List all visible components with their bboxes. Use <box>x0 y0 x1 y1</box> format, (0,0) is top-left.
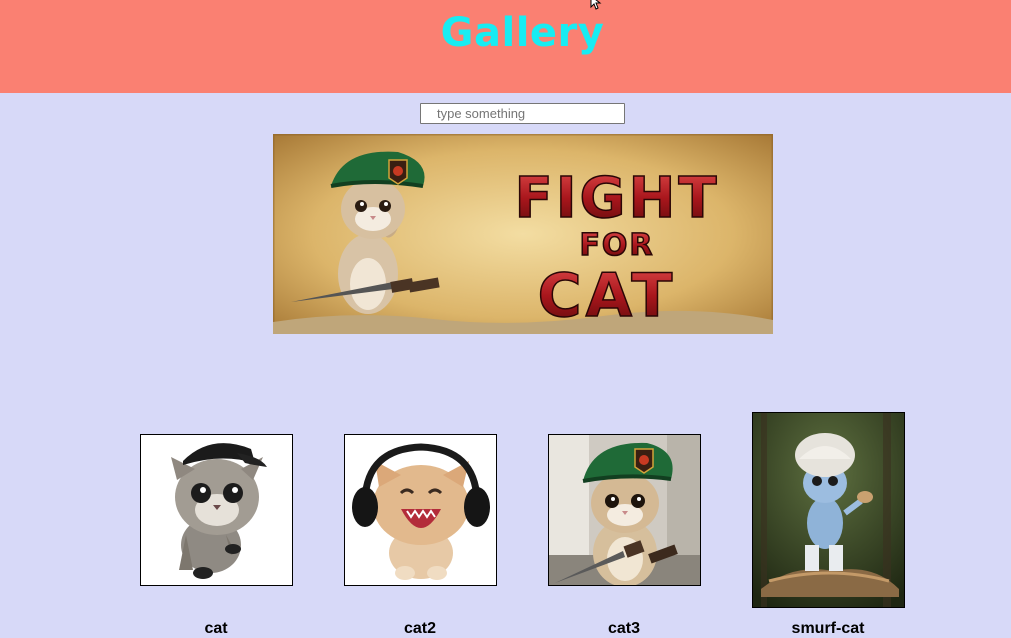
mouse-cursor-icon <box>590 0 602 10</box>
gallery-caption-cat3: cat3 <box>607 620 641 637</box>
gallery-item-cat[interactable] <box>140 434 293 586</box>
page-header: Gallery <box>0 0 1011 93</box>
banner-line-fight: FIGHT <box>514 166 719 231</box>
smurf-cat-on-mushroom-image <box>753 413 904 607</box>
gallery-caption-cat: cat <box>204 620 228 637</box>
page-title: Gallery <box>440 10 605 56</box>
gallery-caption-smurf-cat: smurf-cat <box>791 620 865 637</box>
kitten-with-cap-image <box>171 443 267 579</box>
gallery-item-cat3[interactable] <box>548 434 701 586</box>
search-input[interactable] <box>420 103 625 124</box>
gallery-item-smurf-cat[interactable] <box>752 412 905 608</box>
banner-line-for: FOR <box>579 228 654 263</box>
kitten-with-headphones-image <box>352 443 490 580</box>
banner-line-cat: CAT <box>538 261 677 331</box>
fight-for-cat-banner: FIGHT FOR CAT <box>273 134 773 334</box>
gallery-caption-cat2: cat2 <box>403 620 437 637</box>
kitten-with-beret-and-knife-image <box>549 435 700 585</box>
gallery-item-cat2[interactable] <box>344 434 497 586</box>
